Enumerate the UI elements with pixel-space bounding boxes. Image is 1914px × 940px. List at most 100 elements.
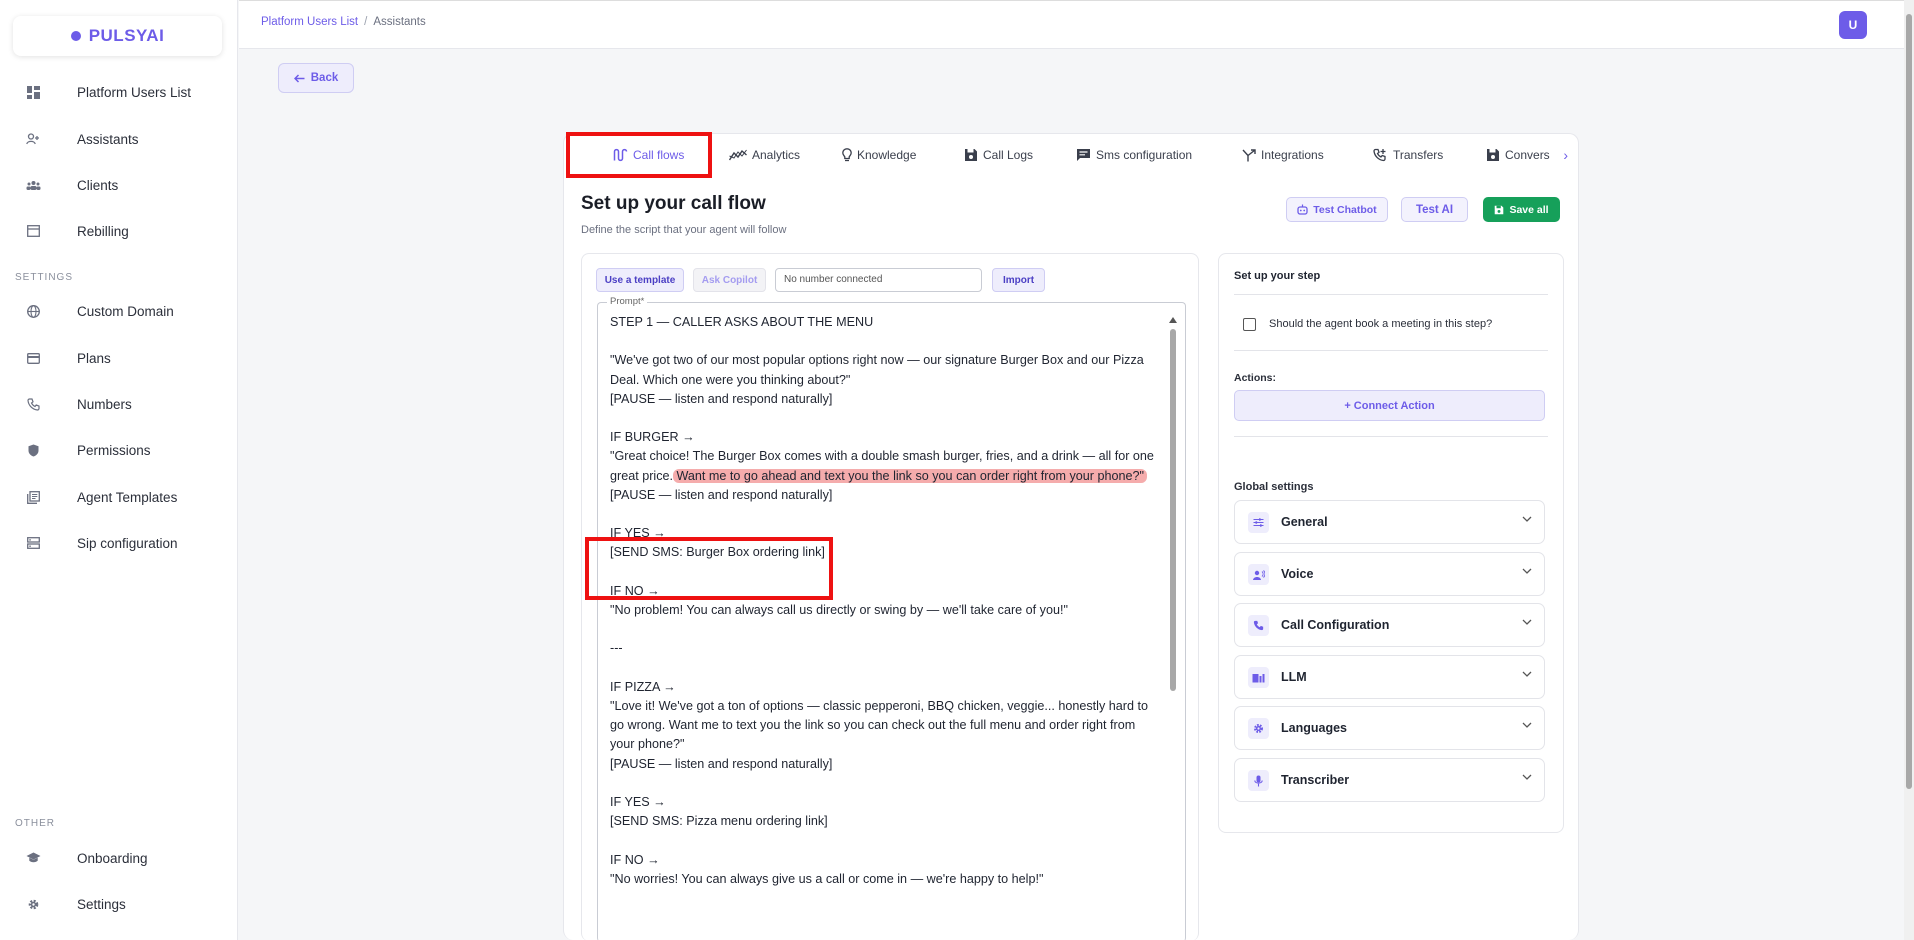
use-template-button[interactable]: Use a template [596, 268, 684, 292]
tab-conversations[interactable]: Convers [1486, 144, 1553, 166]
phone-icon [25, 396, 41, 412]
accordion-call-configuration[interactable]: Call Configuration [1234, 603, 1545, 647]
tab-label: Transfers [1393, 148, 1444, 162]
sidebar-item-agent-templates[interactable]: Agent Templates [0, 480, 238, 514]
highlighted-text: Want me to go ahead and text you the lin… [673, 468, 1148, 483]
save-all-button[interactable]: Save all [1483, 197, 1560, 222]
chart-line-icon [729, 149, 747, 161]
back-button[interactable]: Back [278, 63, 354, 93]
sidebar-item-plans[interactable]: Plans [0, 341, 238, 375]
assistant-card: Call flows Analytics Knowledge Call Logs… [563, 132, 1580, 940]
actions-label: Actions: [1234, 372, 1276, 384]
prompt-text[interactable]: STEP 1 — CALLER ASKS ABOUT THE MENU "We'… [610, 313, 1160, 889]
sliders-icon [1248, 512, 1269, 533]
tab-transfers[interactable]: Transfers [1373, 144, 1443, 166]
prompt-textarea[interactable]: Prompt* STEP 1 — CALLER ASKS ABOUT THE M… [597, 296, 1186, 940]
import-button[interactable]: Import [992, 268, 1045, 292]
sidebar-item-label: Assistants [77, 131, 139, 147]
sidebar-item-label: Rebilling [77, 223, 129, 239]
shield-icon [25, 442, 41, 458]
chevron-right-icon[interactable]: › [1563, 147, 1568, 163]
accordion-voice[interactable]: Voice [1234, 552, 1545, 596]
prompt-line: IF PIZZA → [610, 679, 676, 694]
prompt-scrollbar[interactable] [1169, 317, 1177, 940]
settings-section-label: SETTINGS [15, 272, 74, 283]
sidebar-item-label: Plans [77, 350, 111, 366]
globe-icon [25, 303, 41, 319]
scroll-up-icon[interactable] [1169, 317, 1177, 323]
accordion-label: Voice [1281, 567, 1314, 581]
sidebar-item-custom-domain[interactable]: Custom Domain [0, 294, 238, 328]
prompt-scrollbar-thumb[interactable] [1170, 329, 1176, 691]
tab-integrations[interactable]: Integrations [1242, 144, 1324, 166]
lightbulb-icon [842, 148, 852, 162]
tab-label: Analytics [752, 148, 801, 162]
brand-logo[interactable]: PULSYAI [13, 16, 222, 56]
prompt-line: "We've got two of our most popular optio… [610, 353, 1148, 387]
sidebar-item-sip-configuration[interactable]: Sip configuration [0, 526, 238, 560]
connect-action-button[interactable]: + Connect Action [1234, 390, 1545, 421]
sidebar-item-label: Clients [77, 177, 119, 193]
sidebar-item-label: Settings [77, 896, 126, 912]
server-icon [25, 535, 41, 551]
sidebar-item-permissions[interactable]: Permissions [0, 433, 238, 467]
sidebar-item-assistants[interactable]: Assistants [0, 122, 238, 156]
tab-label: Integrations [1261, 148, 1324, 162]
accordion-label: General [1281, 515, 1328, 529]
sidebar-item-settings[interactable]: Settings [0, 887, 238, 921]
sidebar-item-label: Numbers [77, 396, 132, 412]
chevron-down-icon [1522, 516, 1532, 522]
ask-copilot-button[interactable]: Ask Copilot [693, 268, 766, 292]
prompt-line: IF NO → [610, 583, 660, 598]
number-select[interactable]: No number connected [775, 268, 982, 292]
tab-call-logs[interactable]: Call Logs [964, 144, 1033, 166]
sidebar-item-onboarding[interactable]: Onboarding [0, 841, 238, 875]
library-icon [25, 489, 41, 505]
chevron-down-icon [1522, 619, 1532, 625]
top-bar: Platform Users List / Assistants U [239, 0, 1904, 49]
accordion-label: Languages [1281, 721, 1347, 735]
divider [1234, 350, 1548, 351]
accordion-llm[interactable]: LLM [1234, 655, 1545, 699]
prompt-line: [PAUSE — listen and respond naturally] [610, 391, 833, 406]
tab-call-flows[interactable]: Call flows [613, 144, 684, 166]
sidebar-item-numbers[interactable]: Numbers [0, 387, 238, 421]
divider [1234, 436, 1548, 437]
prompt-line: [SEND SMS: Pizza menu ordering link] [610, 814, 828, 829]
page-scrollbar[interactable] [1904, 0, 1914, 940]
accordion-general[interactable]: General [1234, 500, 1545, 544]
prompt-line: IF NO → [610, 852, 660, 867]
gear-icon [25, 896, 41, 912]
tab-sms-configuration[interactable]: Sms configuration [1076, 144, 1192, 166]
accordion-label: Transcriber [1281, 773, 1350, 787]
dashboard-icon [25, 84, 41, 100]
sidebar-item-label: Custom Domain [77, 303, 174, 319]
tab-bar: Call flows Analytics Knowledge Call Logs… [564, 134, 1580, 172]
accordion-languages[interactable]: Languages [1234, 706, 1545, 750]
breadcrumb: Platform Users List / Assistants [261, 16, 426, 28]
sidebar-item-rebilling[interactable]: Rebilling [0, 214, 238, 248]
flow-icon [613, 148, 628, 162]
breadcrumb-link[interactable]: Platform Users List [261, 16, 358, 28]
message-icon [1077, 149, 1090, 161]
prompt-panel: Use a template Ask Copilot No number con… [581, 253, 1199, 940]
test-ai-button[interactable]: Test AI [1401, 197, 1468, 222]
gear-icon [1248, 718, 1269, 739]
sidebar-item-platform-users[interactable]: Platform Users List [0, 75, 238, 109]
tab-knowledge[interactable]: Knowledge [842, 144, 916, 166]
test-chatbot-button[interactable]: Test Chatbot [1286, 197, 1388, 222]
page-scrollbar-thumb[interactable] [1906, 14, 1912, 789]
prompt-line: STEP 1 — CALLER ASKS ABOUT THE MENU [610, 315, 874, 329]
prompt-line: IF YES → [610, 526, 666, 541]
sidebar-item-label: Platform Users List [77, 84, 192, 100]
accordion-transcriber[interactable]: Transcriber [1234, 758, 1545, 802]
tab-label: Knowledge [857, 148, 917, 162]
sidebar-item-clients[interactable]: Clients [0, 168, 238, 202]
prompt-line: [PAUSE — listen and respond naturally] [610, 756, 833, 771]
breadcrumb-current: Assistants [373, 16, 426, 28]
tab-analytics[interactable]: Analytics [729, 144, 800, 166]
voice-icon [1248, 564, 1269, 585]
book-meeting-checkbox[interactable] [1243, 318, 1256, 331]
prompt-line: IF YES → [610, 795, 666, 810]
avatar[interactable]: U [1839, 11, 1867, 39]
